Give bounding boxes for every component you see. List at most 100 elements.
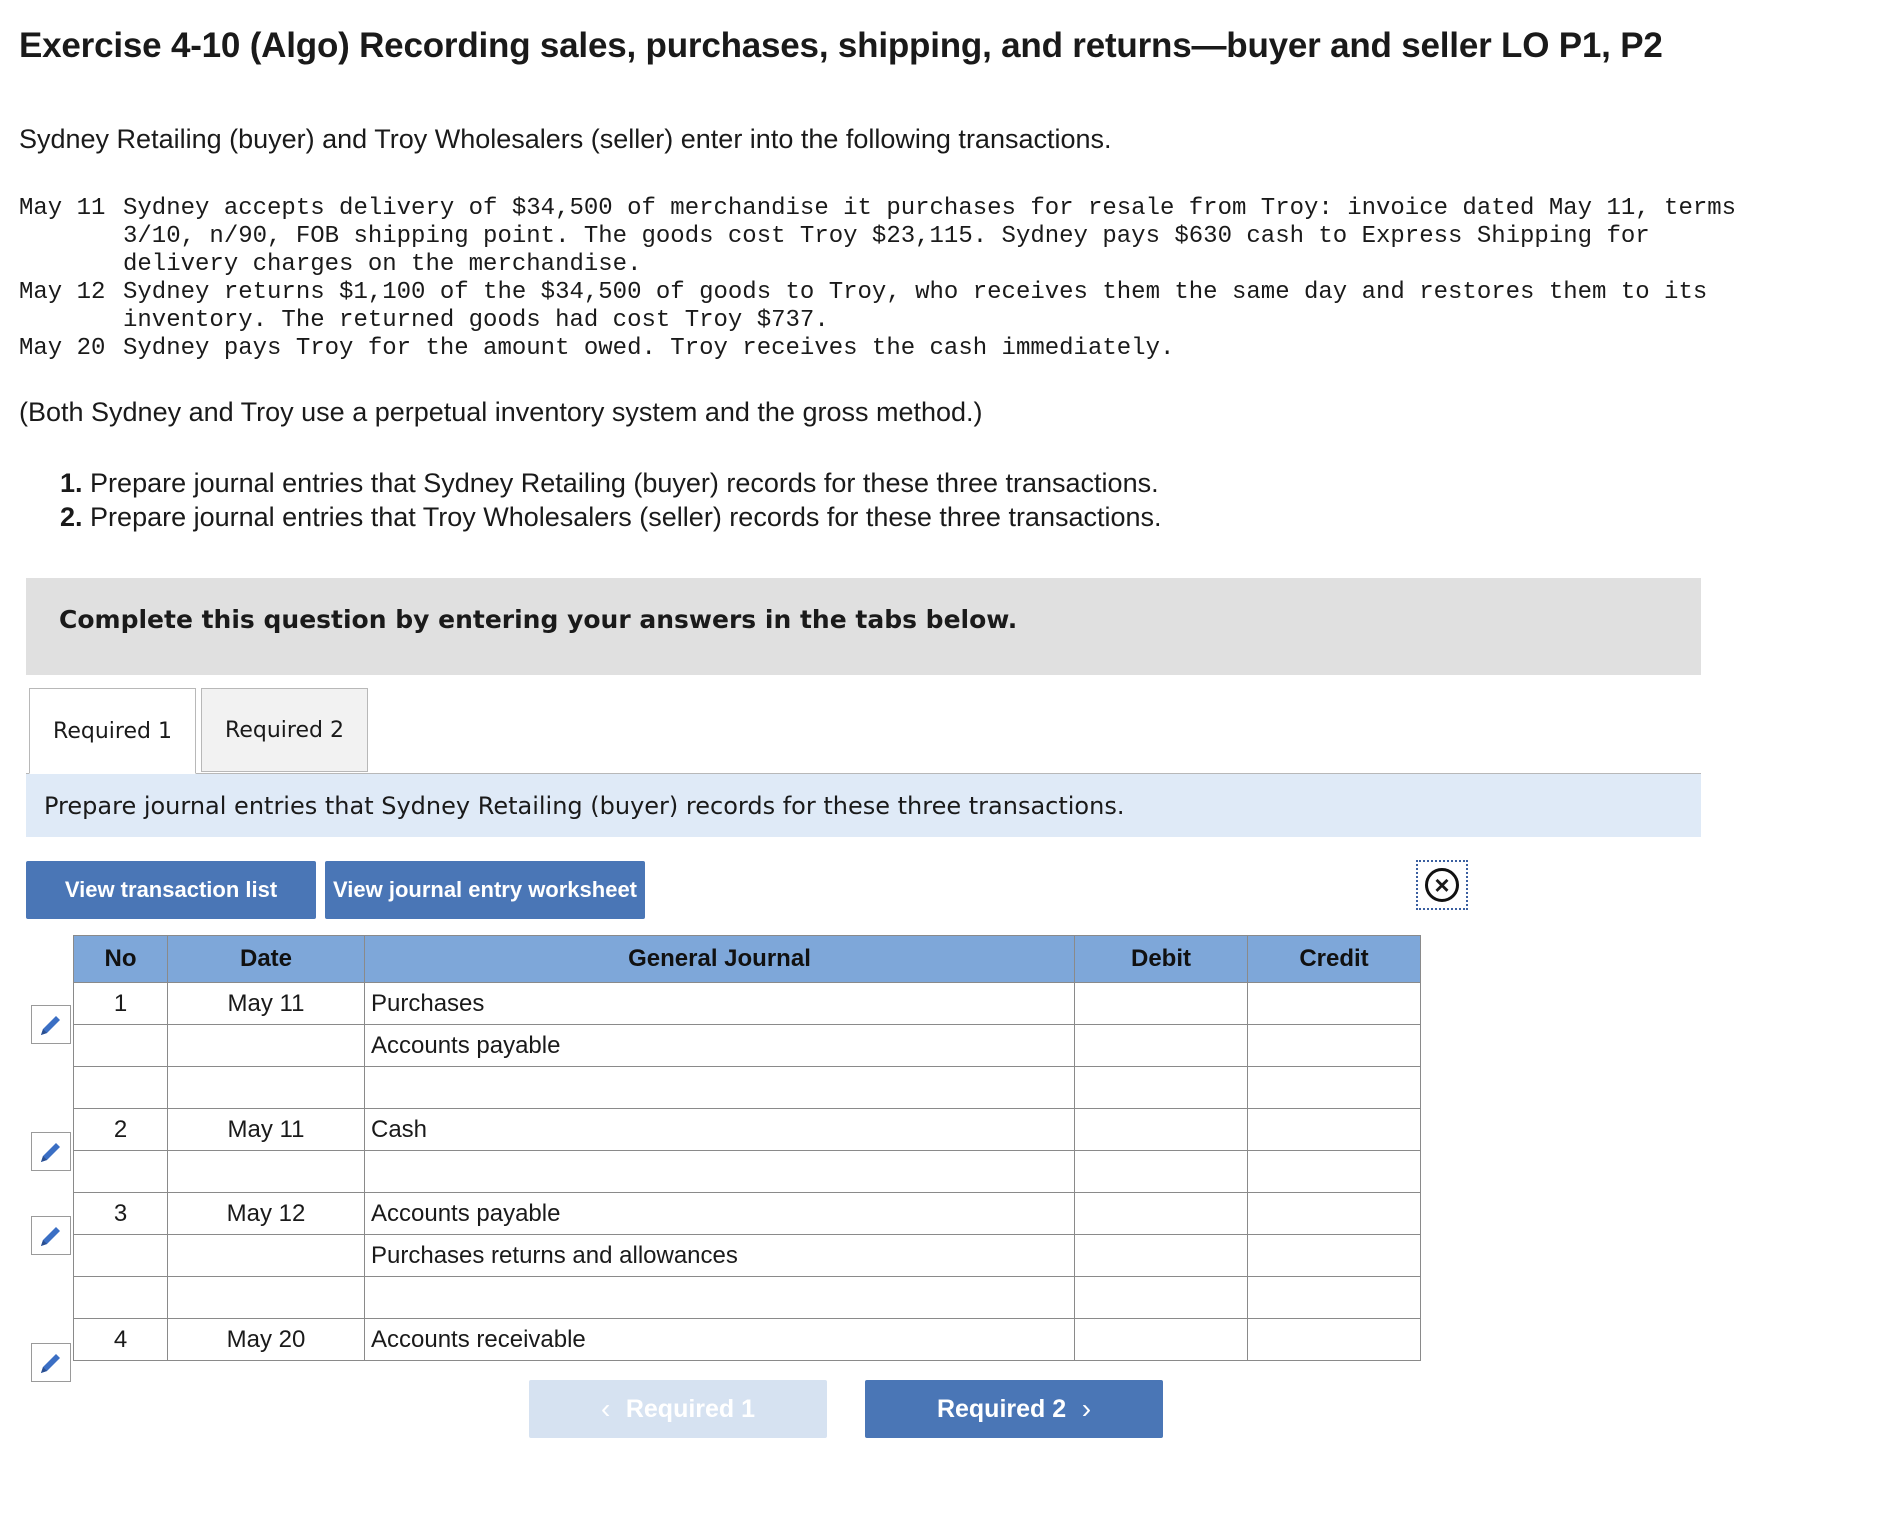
requirement-text: Prepare journal entries that Troy Wholes… <box>90 502 1162 532</box>
account-cell[interactable] <box>364 1276 1075 1319</box>
transaction-text: Sydney returns $1,100 of the $34,500 of … <box>123 279 1708 334</box>
requirement-item: 1. Prepare journal entries that Sydney R… <box>60 466 1162 500</box>
account-cell[interactable]: Accounts payable <box>364 1024 1075 1067</box>
account-cell[interactable]: Accounts receivable <box>364 1318 1075 1361</box>
column-header-general-journal: General Journal <box>364 935 1075 983</box>
credit-cell[interactable] <box>1247 1108 1421 1151</box>
transaction-text: Sydney pays Troy for the amount owed. Tr… <box>123 335 1175 362</box>
tab-required-1[interactable]: Required 1 <box>29 688 196 774</box>
debit-cell[interactable] <box>1074 1192 1248 1235</box>
entry-date: May 11 <box>167 982 365 1025</box>
entry-number: 3 <box>73 1192 168 1235</box>
column-header-credit: Credit <box>1247 935 1421 983</box>
requirements-list: 1. Prepare journal entries that Sydney R… <box>60 466 1162 534</box>
transaction-list: May 11 Sydney accepts delivery of $34,50… <box>19 195 1779 363</box>
credit-cell[interactable] <box>1247 982 1421 1025</box>
entry-date: May 20 <box>167 1318 365 1361</box>
previous-tab-label: Required 1 <box>625 1394 756 1423</box>
account-cell[interactable]: Purchases returns and allowances <box>364 1234 1075 1277</box>
credit-cell[interactable] <box>1247 1150 1421 1193</box>
debit-cell[interactable] <box>1074 1024 1248 1067</box>
entry-number <box>73 1150 168 1193</box>
column-header-date: Date <box>167 935 365 983</box>
view-journal-entry-worksheet-button[interactable]: View journal entry worksheet <box>325 861 645 919</box>
debit-cell[interactable] <box>1074 1108 1248 1151</box>
exercise-title: Exercise 4-10 (Algo) Recording sales, pu… <box>19 26 1663 65</box>
instruction-text: Prepare journal entries that Sydney Reta… <box>44 792 1125 820</box>
debit-cell[interactable] <box>1074 1234 1248 1277</box>
method-note: (Both Sydney and Troy use a perpetual in… <box>19 397 983 427</box>
entry-date: May 11 <box>167 1108 365 1151</box>
entry-date <box>167 1024 365 1067</box>
table-row: 2 May 11 Cash <box>73 1108 1421 1151</box>
entry-number <box>73 1066 168 1109</box>
clear-button[interactable]: × <box>1416 860 1468 910</box>
entry-date <box>167 1276 365 1319</box>
requirement-item: 2. Prepare journal entries that Troy Who… <box>60 500 1162 534</box>
account-cell[interactable]: Purchases <box>364 982 1075 1025</box>
entry-number: 2 <box>73 1108 168 1151</box>
entry-date <box>167 1234 365 1277</box>
entry-date: May 12 <box>167 1192 365 1235</box>
entry-number <box>73 1024 168 1067</box>
tab-bar: Required 1 Required 2 <box>26 688 1701 774</box>
table-row: 4 May 20 Accounts receivable <box>73 1318 1421 1361</box>
table-row: Purchases returns and allowances <box>73 1234 1421 1277</box>
intro-text: Sydney Retailing (buyer) and Troy Wholes… <box>19 124 1112 154</box>
account-cell[interactable]: Cash <box>364 1108 1075 1151</box>
transaction-item: May 20 Sydney pays Troy for the amount o… <box>19 335 1779 363</box>
edit-entry-button[interactable] <box>31 1216 71 1255</box>
credit-cell[interactable] <box>1247 1234 1421 1277</box>
transaction-date: May 20 <box>19 335 106 362</box>
chevron-right-icon: › <box>1066 1393 1092 1424</box>
entry-number: 4 <box>73 1318 168 1361</box>
credit-cell[interactable] <box>1247 1192 1421 1235</box>
table-row <box>73 1066 1421 1109</box>
account-cell[interactable] <box>364 1066 1075 1109</box>
close-circle-icon: × <box>1425 868 1459 902</box>
edit-entry-button[interactable] <box>31 1343 71 1382</box>
view-transaction-list-button[interactable]: View transaction list <box>26 861 316 919</box>
chevron-left-icon: ‹ <box>600 1393 626 1424</box>
table-row: 1 May 11 Purchases <box>73 982 1421 1025</box>
credit-cell[interactable] <box>1247 1024 1421 1067</box>
credit-cell[interactable] <box>1247 1276 1421 1319</box>
table-row <box>73 1150 1421 1193</box>
debit-cell[interactable] <box>1074 1150 1248 1193</box>
column-header-no: No <box>73 935 168 983</box>
table-row: Accounts payable <box>73 1024 1421 1067</box>
requirement-number: 1. <box>60 468 83 498</box>
credit-cell[interactable] <box>1247 1318 1421 1361</box>
edit-entry-button[interactable] <box>31 1005 71 1044</box>
account-cell[interactable] <box>364 1150 1075 1193</box>
entry-number <box>73 1276 168 1319</box>
entry-number: 1 <box>73 982 168 1025</box>
requirement-number: 2. <box>60 502 83 532</box>
tab-required-2[interactable]: Required 2 <box>201 688 368 772</box>
entry-date <box>167 1066 365 1109</box>
debit-cell[interactable] <box>1074 1318 1248 1361</box>
entry-date <box>167 1150 365 1193</box>
previous-tab-button[interactable]: ‹ Required 1 <box>529 1380 827 1438</box>
credit-cell[interactable] <box>1247 1066 1421 1109</box>
transaction-text: Sydney accepts delivery of $34,500 of me… <box>123 195 1737 278</box>
requirement-text: Prepare journal entries that Sydney Reta… <box>90 468 1159 498</box>
account-cell[interactable]: Accounts payable <box>364 1192 1075 1235</box>
table-header-row: No Date General Journal Debit Credit <box>73 935 1421 983</box>
transaction-date: May 12 <box>19 279 106 306</box>
pencil-icon <box>41 1353 60 1373</box>
debit-cell[interactable] <box>1074 1276 1248 1319</box>
edit-entry-button[interactable] <box>31 1132 71 1171</box>
transaction-item: May 12 Sydney returns $1,100 of the $34,… <box>19 279 1779 335</box>
debit-cell[interactable] <box>1074 982 1248 1025</box>
column-header-debit: Debit <box>1074 935 1248 983</box>
pencil-icon <box>41 1142 60 1162</box>
instructions-banner: Complete this question by entering your … <box>26 578 1701 675</box>
debit-cell[interactable] <box>1074 1066 1248 1109</box>
transaction-date: May 11 <box>19 195 106 222</box>
next-tab-button[interactable]: Required 2 › <box>865 1380 1163 1438</box>
pencil-icon <box>41 1226 60 1246</box>
pencil-icon <box>41 1015 60 1035</box>
next-tab-label: Required 2 <box>936 1394 1067 1423</box>
banner-text: Complete this question by entering your … <box>59 605 1018 634</box>
